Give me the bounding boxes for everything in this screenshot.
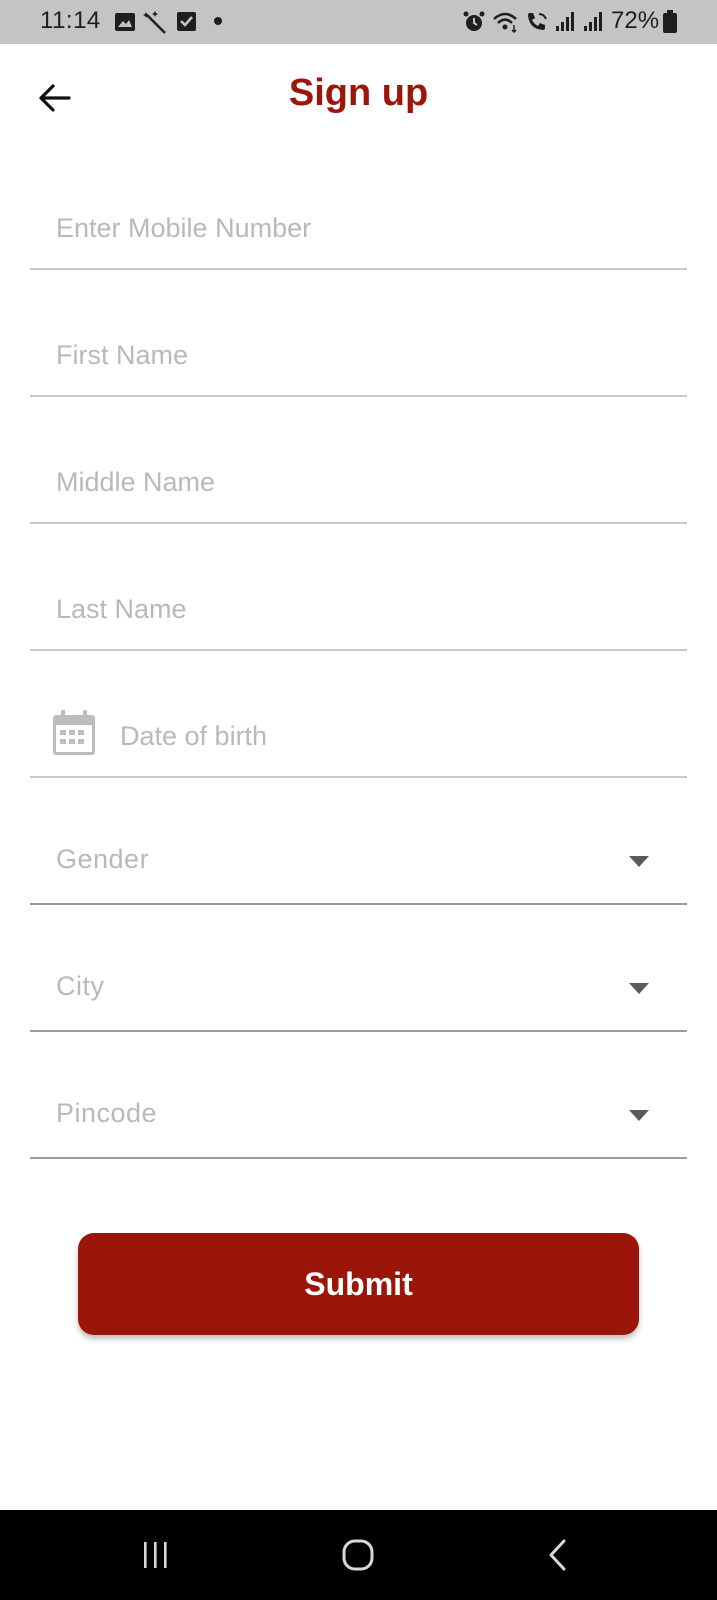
signal-icon bbox=[584, 12, 602, 31]
city-label: City bbox=[56, 971, 105, 1001]
pincode-dropdown[interactable]: Pincode bbox=[30, 1059, 687, 1159]
caret-down-icon[interactable] bbox=[629, 856, 649, 867]
calendar-icon[interactable] bbox=[52, 710, 96, 756]
alarm-icon bbox=[463, 11, 485, 31]
notification-dot-icon bbox=[214, 17, 222, 25]
checkbox-icon bbox=[177, 12, 196, 31]
caret-down-icon[interactable] bbox=[629, 983, 649, 994]
magic-wand-icon bbox=[143, 11, 166, 34]
recent-apps-button[interactable] bbox=[125, 1530, 185, 1580]
middle-name-input[interactable] bbox=[56, 467, 616, 498]
gender-dropdown[interactable]: Gender bbox=[30, 805, 687, 905]
system-back-button[interactable] bbox=[528, 1530, 588, 1580]
pincode-label: Pincode bbox=[56, 1098, 158, 1128]
middle-name-field[interactable] bbox=[30, 424, 687, 524]
gallery-icon bbox=[115, 13, 135, 31]
home-icon bbox=[342, 1539, 374, 1571]
date-of-birth-field[interactable] bbox=[30, 678, 687, 778]
caret-down-icon[interactable] bbox=[629, 1110, 649, 1121]
first-name-input[interactable] bbox=[56, 340, 616, 371]
signal-icon bbox=[556, 12, 574, 31]
status-bar: 11:14 72% bbox=[0, 0, 717, 44]
first-name-field[interactable] bbox=[30, 297, 687, 397]
navigation-bar bbox=[0, 1510, 717, 1600]
gender-label: Gender bbox=[56, 844, 150, 874]
battery-percentage: 72% bbox=[611, 7, 660, 34]
wifi-calling-icon bbox=[528, 13, 547, 30]
date-of-birth-input[interactable] bbox=[120, 721, 680, 752]
mobile-number-field[interactable] bbox=[30, 170, 687, 270]
submit-button[interactable]: Submit bbox=[78, 1233, 639, 1335]
battery-icon bbox=[663, 10, 677, 33]
recent-apps-icon bbox=[144, 1542, 167, 1568]
last-name-input[interactable] bbox=[56, 594, 616, 625]
city-dropdown[interactable]: City bbox=[30, 932, 687, 1032]
wifi-icon bbox=[493, 12, 517, 33]
status-time: 11:14 bbox=[40, 7, 101, 34]
last-name-field[interactable] bbox=[30, 551, 687, 651]
page-title: Sign up bbox=[288, 72, 429, 114]
home-button[interactable] bbox=[328, 1530, 388, 1580]
mobile-number-input[interactable] bbox=[56, 213, 616, 244]
back-icon bbox=[549, 1539, 566, 1571]
